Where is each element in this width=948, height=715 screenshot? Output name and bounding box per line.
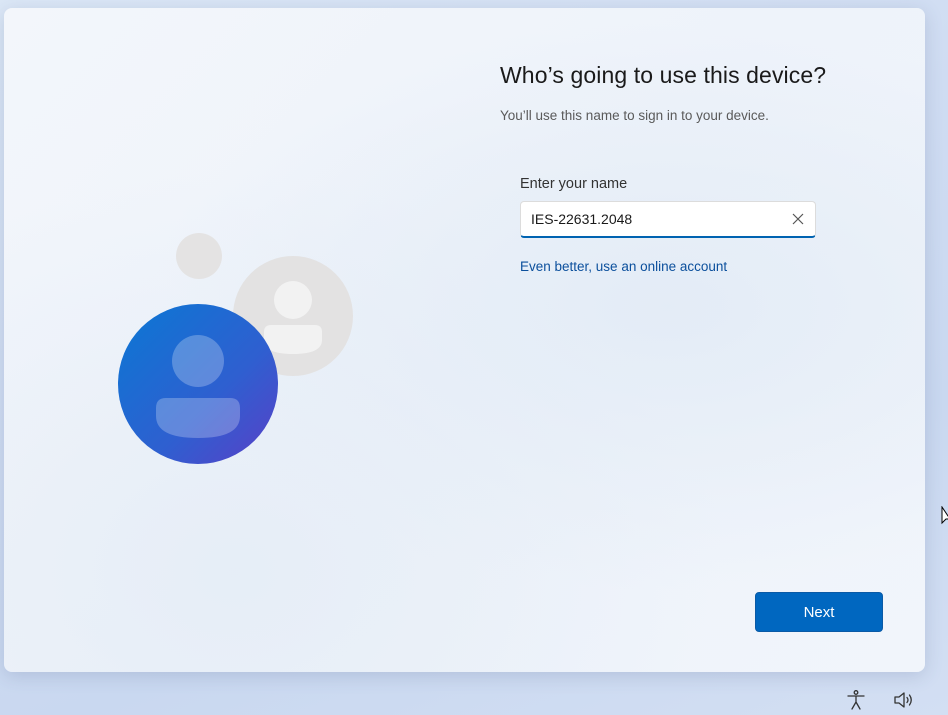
primary-user-icon (118, 304, 278, 464)
oobe-window: Who’s going to use this device? You’ll u… (4, 8, 925, 672)
accessibility-button[interactable] (844, 688, 868, 712)
system-tray (840, 688, 930, 712)
user-accounts-illustration (114, 228, 364, 473)
small-dot-icon (176, 233, 222, 279)
page-title: Who’s going to use this device? (500, 62, 827, 88)
next-button[interactable]: Next (755, 592, 883, 632)
accessibility-icon (847, 690, 865, 710)
name-field-label: Enter your name (520, 176, 628, 192)
online-account-link[interactable]: Even better, use an online account (520, 259, 727, 274)
name-input[interactable] (531, 202, 781, 236)
page-subtitle: You’ll use this name to sign in to your … (500, 108, 769, 123)
volume-icon (894, 692, 912, 708)
mouse-cursor-icon (941, 506, 948, 525)
clear-button[interactable] (787, 208, 809, 230)
name-field[interactable] (520, 201, 816, 238)
volume-button[interactable] (892, 688, 916, 712)
close-icon (792, 213, 804, 225)
